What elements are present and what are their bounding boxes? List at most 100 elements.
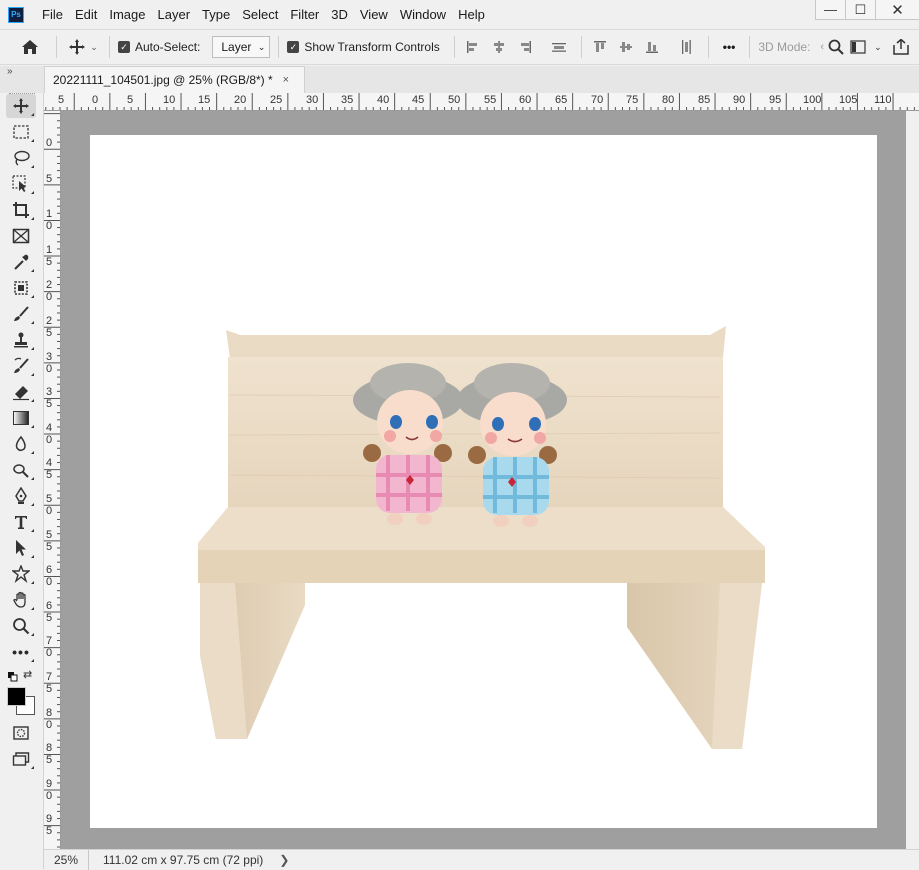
document-tab[interactable]: 20221111_104501.jpg @ 25% (RGB/8*) * ×: [44, 66, 305, 93]
blur-tool-icon[interactable]: [6, 432, 36, 456]
menu-3d[interactable]: 3D: [325, 0, 354, 29]
minimize-button[interactable]: —: [815, 0, 845, 20]
align-center-icon[interactable]: [489, 37, 509, 57]
menu-file[interactable]: File: [36, 0, 69, 29]
menu-select[interactable]: Select: [236, 0, 284, 29]
workspace-icon[interactable]: ⌄: [850, 40, 882, 54]
ruler-label: 55: [484, 94, 497, 106]
crop-tool-icon[interactable]: [6, 198, 36, 222]
type-tool-icon[interactable]: [6, 510, 36, 534]
more-options-icon[interactable]: •••: [723, 40, 736, 54]
dodge-tool-icon[interactable]: [6, 458, 36, 482]
swap-colors-icon[interactable]: ⇄: [23, 668, 32, 681]
ruler-label: 85: [45, 742, 53, 767]
ruler-label: 15: [198, 94, 211, 106]
menu-layer[interactable]: Layer: [152, 0, 197, 29]
eyedropper-tool-icon[interactable]: [6, 250, 36, 274]
eraser-tool-icon[interactable]: [6, 380, 36, 404]
ruler-label: 40: [45, 421, 53, 446]
path-selection-tool-icon[interactable]: [6, 536, 36, 560]
show-transform-checkbox[interactable]: ✓: [287, 41, 300, 53]
ruler-label: 0: [45, 137, 53, 149]
custom-shape-tool-icon[interactable]: [6, 562, 36, 586]
document-tab-title: 20221111_104501.jpg @ 25% (RGB/8*) *: [53, 73, 273, 87]
ruler-label: 60: [45, 564, 53, 589]
photoshop-logo-icon: Ps: [8, 6, 24, 23]
edit-toolbar-icon[interactable]: •••: [6, 640, 36, 664]
menu-view[interactable]: View: [354, 0, 394, 29]
separator: [707, 36, 709, 58]
ruler-label: 25: [45, 315, 53, 339]
search-icon[interactable]: [828, 39, 844, 55]
move-tool-icon[interactable]: [6, 94, 36, 118]
ruler-label: 50: [45, 493, 53, 517]
ruler-label: 35: [341, 94, 354, 106]
zoom-tool-icon[interactable]: [6, 614, 36, 638]
document-tab-bar: » 20221111_104501.jpg @ 25% (RGB/8*) * ×: [0, 66, 919, 93]
align-middle-icon[interactable]: [616, 37, 636, 57]
default-colors-icon[interactable]: [8, 670, 18, 682]
ruler-label: 75: [626, 94, 639, 106]
ruler-label: 5: [45, 172, 53, 185]
align-bottom-icon[interactable]: [642, 37, 662, 57]
collapse-panel-icon[interactable]: »: [7, 66, 13, 77]
align-top-icon[interactable]: [590, 37, 610, 57]
status-menu-arrow-icon[interactable]: ❯: [279, 853, 289, 867]
close-button[interactable]: ✕: [875, 0, 919, 20]
screen-mode-icon[interactable]: [6, 747, 36, 771]
auto-select-checkbox[interactable]: ✓: [118, 41, 130, 53]
ruler-label: 15: [45, 243, 53, 268]
maximize-button[interactable]: ☐: [845, 0, 875, 20]
healing-brush-tool-icon[interactable]: [6, 276, 36, 300]
brush-tool-icon[interactable]: [6, 302, 36, 326]
horizontal-ruler[interactable]: 5 0 5 10 15 20 25 30 35 40 45 50 55 60 6…: [44, 93, 919, 111]
ruler-label: 45: [412, 94, 425, 106]
ruler-label: 75: [45, 671, 53, 695]
ruler-label: 35: [45, 386, 53, 411]
align-right-icon[interactable]: [515, 37, 535, 57]
quick-mask-icon[interactable]: [6, 721, 36, 745]
home-icon[interactable]: [12, 39, 48, 55]
distribute-vertical-icon[interactable]: [676, 37, 696, 57]
vertical-ruler[interactable]: 0 5 10 15 20 25 30 35 40 45 50 55 60 65 70 75 80 85 90 95: [44, 111, 61, 849]
share-icon[interactable]: [892, 39, 910, 55]
clone-stamp-tool-icon[interactable]: [6, 328, 36, 352]
marquee-tool-icon[interactable]: [6, 120, 36, 144]
ruler-label: 65: [555, 94, 568, 106]
align-left-icon[interactable]: [463, 37, 483, 57]
layer-dropdown[interactable]: Layer ⌄: [212, 36, 271, 58]
ruler-label: 70: [591, 94, 604, 106]
pen-tool-icon[interactable]: [6, 484, 36, 508]
document-canvas[interactable]: [90, 135, 877, 828]
ruler-label: 25: [270, 94, 283, 106]
object-selection-tool-icon[interactable]: [6, 172, 36, 196]
layer-dropdown-value: Layer: [221, 40, 252, 54]
move-tool-preset-icon[interactable]: ⌄: [65, 38, 101, 56]
lasso-tool-icon[interactable]: [6, 146, 36, 170]
menu-filter[interactable]: Filter: [284, 0, 325, 29]
gradient-tool-icon[interactable]: [6, 406, 36, 430]
chevron-down-icon: ⌄: [90, 41, 98, 52]
ruler-label: 90: [45, 777, 53, 802]
vertical-scrollbar[interactable]: [906, 111, 919, 849]
window-controls: — ☐ ✕: [815, 0, 919, 24]
menu-help[interactable]: Help: [452, 0, 491, 29]
foreground-color-swatch[interactable]: [7, 687, 26, 706]
3d-mode-label: 3D Mode:: [758, 40, 811, 54]
zoom-level-field[interactable]: 25%: [44, 849, 89, 870]
menu-type[interactable]: Type: [196, 0, 236, 29]
close-tab-icon[interactable]: ×: [283, 74, 289, 86]
frame-tool-icon[interactable]: [6, 224, 36, 248]
ruler-label: 45: [45, 457, 53, 482]
separator: [453, 36, 455, 58]
distribute-horizontal-icon[interactable]: [549, 37, 569, 57]
canvas-area[interactable]: [61, 111, 906, 849]
ruler-label: 50: [448, 94, 461, 106]
hand-tool-icon[interactable]: [6, 588, 36, 612]
menu-edit[interactable]: Edit: [69, 0, 103, 29]
ruler-label: 65: [45, 599, 53, 624]
3d-orbit-icon[interactable]: ‹: [820, 41, 824, 53]
history-brush-tool-icon[interactable]: [6, 354, 36, 378]
menu-image[interactable]: Image: [103, 0, 151, 29]
menu-window[interactable]: Window: [394, 0, 452, 29]
